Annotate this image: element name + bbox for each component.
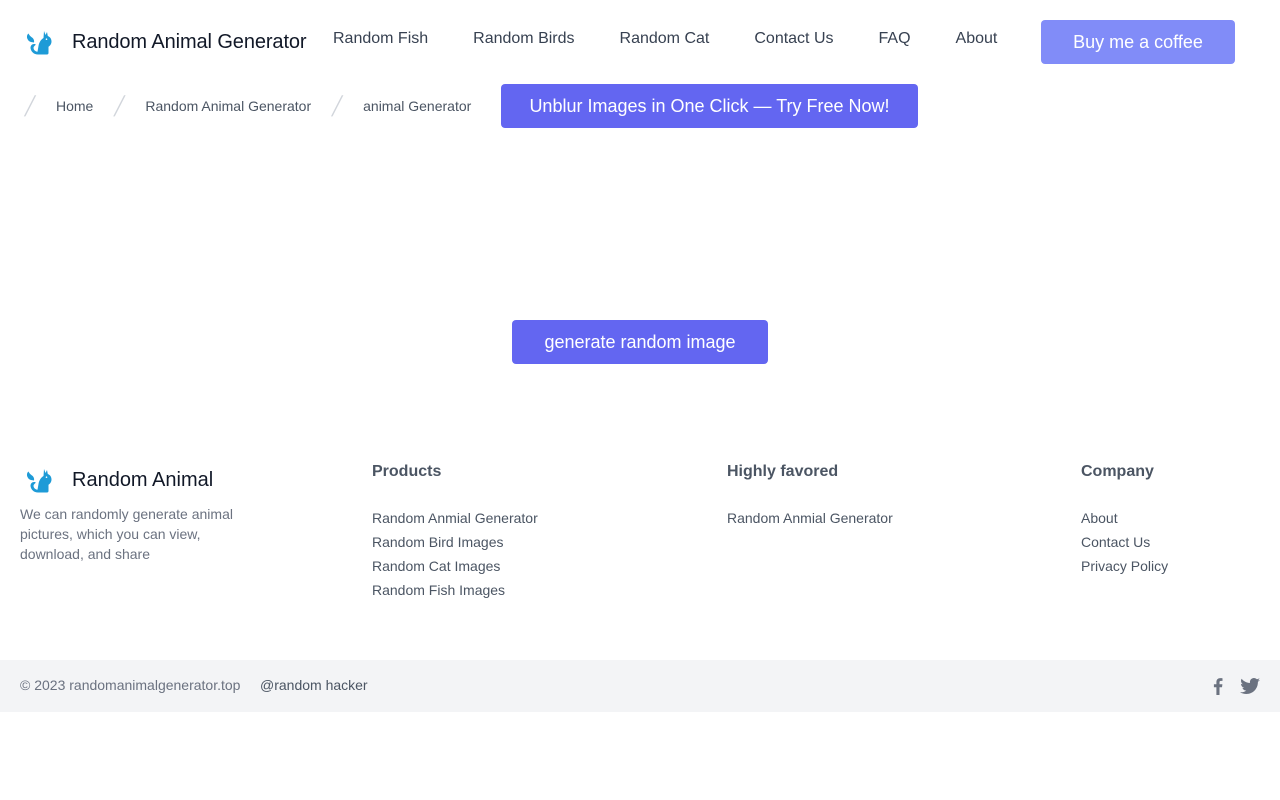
footer-link-random-bird-images[interactable]: Random Bird Images	[372, 530, 538, 554]
footer-link-random-cat-images[interactable]: Random Cat Images	[372, 554, 538, 578]
footer-bottom-bar: © 2023 randomanimalgenerator.top @random…	[0, 660, 1280, 712]
breadcrumb-separator: ╱	[24, 95, 36, 116]
footer-link-random-fish-images[interactable]: Random Fish Images	[372, 578, 538, 602]
breadcrumb-random-animal-generator[interactable]: Random Animal Generator	[145, 98, 311, 114]
footer-link-random-animal-generator[interactable]: Random Anmial Generator	[727, 506, 893, 530]
footer-link-random-animal-generator[interactable]: Random Anmial Generator	[372, 506, 538, 530]
generate-random-image-button[interactable]: generate random image	[512, 320, 768, 364]
nav-about[interactable]: About	[956, 30, 998, 48]
footer-column-title: Highly favored	[727, 463, 839, 480]
nav-random-cat[interactable]: Random Cat	[620, 30, 710, 48]
unblur-images-button[interactable]: Unblur Images in One Click — Try Free No…	[501, 84, 918, 128]
breadcrumb-home[interactable]: Home	[56, 98, 93, 114]
nav-faq[interactable]: FAQ	[879, 30, 911, 48]
nav-contact-us[interactable]: Contact Us	[754, 30, 833, 48]
nav-random-fish[interactable]: Random Fish	[333, 30, 428, 48]
footer-brand-name: Random Animal	[72, 468, 214, 491]
buy-me-a-coffee-button[interactable]: Buy me a coffee	[1041, 20, 1235, 64]
footer-column-title: Products	[372, 463, 442, 480]
author-handle-link[interactable]: @random hacker	[260, 677, 368, 693]
main-nav: Random Fish Random Birds Random Cat Cont…	[333, 30, 997, 48]
breadcrumb: ╱ Home ╱ Random Animal Generator ╱ anima…	[20, 84, 472, 128]
facebook-icon[interactable]	[1208, 677, 1228, 695]
nav-random-birds[interactable]: Random Birds	[473, 30, 574, 48]
footer-column-company: Company About Contact Us Privacy Policy	[1081, 462, 1168, 578]
footer-link-privacy-policy[interactable]: Privacy Policy	[1081, 554, 1168, 578]
footer-brand[interactable]: Random Animal	[24, 464, 213, 496]
footer-link-contact-us[interactable]: Contact Us	[1081, 530, 1168, 554]
brand-name: Random Animal Generator	[72, 30, 307, 53]
breadcrumb-separator: ╱	[331, 95, 343, 116]
breadcrumb-separator: ╱	[113, 95, 125, 116]
footer-column-highly-favored: Highly favored Random Anmial Generator	[727, 462, 893, 530]
footer-link-about[interactable]: About	[1081, 506, 1168, 530]
cat-logo-icon	[26, 469, 52, 493]
brand-link[interactable]: Random Animal Generator	[24, 24, 307, 60]
breadcrumb-animal-generator[interactable]: animal Generator	[363, 98, 471, 114]
site-header: Random Animal Generator Random Fish Rand…	[0, 0, 1280, 84]
footer-column-products: Products Random Anmial Generator Random …	[372, 462, 538, 602]
footer-description: We can randomly generate animal pictures…	[20, 506, 233, 562]
footer-column-title: Company	[1081, 463, 1154, 480]
twitter-icon[interactable]	[1240, 677, 1260, 695]
copyright-text: © 2023 randomanimalgenerator.top	[20, 677, 241, 693]
cat-logo-icon	[26, 31, 52, 55]
